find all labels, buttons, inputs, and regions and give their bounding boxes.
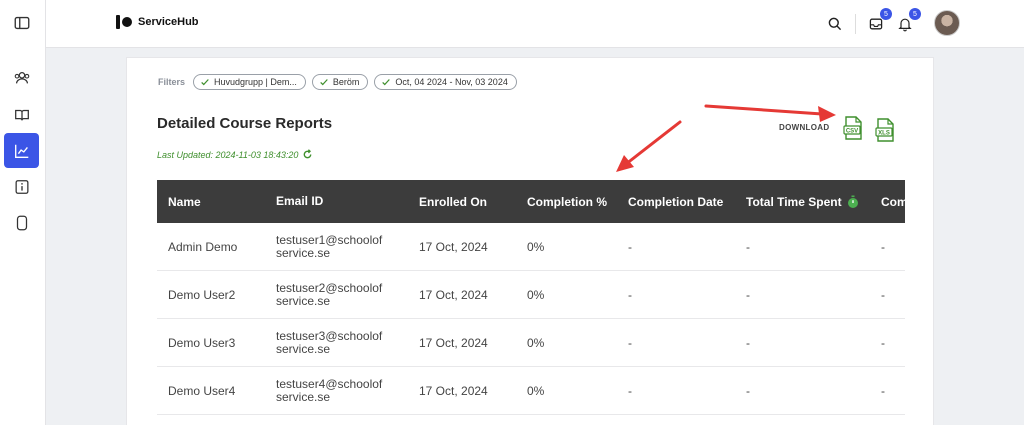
filters-label: Filters [158,77,186,87]
email-text: testuser2@schoolofservice.se [276,280,383,308]
cell-name: Admin Demo [168,239,238,254]
report-panel: Filters Huvudgrupp | Dem... Beröm Oct, 0… [126,57,934,425]
cell-completion-percent: 0% [527,383,545,398]
column-header-truncated[interactable]: Com [870,195,905,209]
cell-enrolled-on: 17 Oct, 2024 [419,287,488,302]
topbar-divider [855,14,856,34]
filter-chip-category[interactable]: Beröm [311,74,369,90]
refresh-icon[interactable] [302,149,313,160]
chart-line-icon [14,144,28,158]
email-text: testuser1@schoolofservice.se [276,232,383,260]
last-updated: Last Updated: 2024-11-03 18:43:20 [157,149,313,160]
notifications-badge: 5 [909,8,921,20]
csv-label: CSV [846,129,858,135]
filter-chip-label: Huvudgrupp | Dem... [214,77,297,87]
brand[interactable]: ServiceHub [116,14,199,30]
user-avatar[interactable] [934,10,960,36]
filter-chip-date-range[interactable]: Oct, 04 2024 - Nov, 03 2024 [374,74,517,90]
sidebar-item-reports[interactable] [4,133,39,168]
stopwatch-icon [847,195,858,208]
cell-completion-percent: 0% [527,335,545,350]
sidebar-item-info[interactable] [4,169,39,204]
email-text: testuser4@schoolofservice.se [276,376,383,404]
sidebar-toggle-icon [14,16,29,29]
table-row[interactable]: Demo User3 testuser3@schoolofservice.se … [157,319,905,367]
sidebar-toggle-button[interactable] [4,5,39,40]
cell-enrolled-on: 17 Oct, 2024 [419,335,488,350]
table-row[interactable]: Demo User2 testuser2@schoolofservice.se … [157,271,905,319]
email-text: testuser3@schoolofservice.se [276,328,383,356]
cell-email: testuser2@schoolofservice.se [265,280,408,308]
cell-truncated: - [881,287,885,302]
xls-label: XLS [878,131,890,137]
cell-email: testuser1@schoolofservice.se [265,232,408,260]
column-header-label: Total Time Spent [746,194,842,209]
table-row[interactable]: Demo User4 testuser4@schoolofservice.se … [157,367,905,415]
cell-email: testuser4@schoolofservice.se [265,376,408,404]
column-header-email[interactable]: Email ID [265,195,408,208]
filter-chip-label: Oct, 04 2024 - Nov, 03 2024 [395,77,508,87]
book-icon [14,109,29,120]
check-icon [382,79,391,86]
column-header-total-time-spent[interactable]: Total Time Spent [735,195,870,209]
last-updated-text: Last Updated: 2024-11-03 18:43:20 [157,149,299,160]
cell-completion-date: - [628,239,632,254]
check-icon [320,79,328,86]
cell-total-time: - [746,335,750,350]
cell-truncated: - [881,239,885,254]
tablet-icon [16,215,27,230]
filters-bar: Filters Huvudgrupp | Dem... Beröm Oct, 0… [158,74,517,90]
check-icon [201,79,209,86]
cell-email: testuser3@schoolofservice.se [265,328,408,356]
cell-completion-date: - [628,335,632,350]
cell-name: Demo User4 [168,383,236,398]
column-header-completion-date[interactable]: Completion Date [617,195,735,209]
cell-completion-percent: 0% [527,287,545,302]
cell-name: Demo User3 [168,335,236,350]
cell-enrolled-on: 17 Oct, 2024 [419,239,488,254]
cell-completion-date: - [628,383,632,398]
sidebar-item-device[interactable] [4,205,39,240]
cell-enrolled-on: 17 Oct, 2024 [419,383,488,398]
sidebar-item-courses[interactable] [4,97,39,132]
cell-completion-date: - [628,287,632,302]
notifications-button[interactable]: 5 [895,8,921,34]
csv-download-icon[interactable]: CSV [843,116,863,140]
column-header-completion-percent[interactable]: Completion % [516,195,617,209]
brand-logo-icon [116,14,132,30]
info-icon [15,179,28,194]
filter-chip-group[interactable]: Huvudgrupp | Dem... [193,74,306,90]
cell-truncated: - [881,335,885,350]
top-bar: ServiceHub 5 5 [46,0,1024,48]
table-header: Name Email ID Enrolled On Completion % C… [157,180,905,223]
cell-completion-percent: 0% [527,239,545,254]
download-label: DOWNLOAD [779,123,830,132]
filter-chip-label: Beröm [332,77,360,87]
table-row[interactable]: Admin Demo testuser1@schoolofservice.se … [157,223,905,271]
inbox-badge: 5 [880,8,892,20]
users-icon [14,71,29,83]
column-header-enrolled-on[interactable]: Enrolled On [408,195,516,209]
sidebar-item-users[interactable] [4,60,39,95]
course-report-table: Name Email ID Enrolled On Completion % C… [157,180,905,415]
page-title: Detailed Course Reports [157,115,333,132]
cell-total-time: - [746,239,750,254]
sidebar [0,0,46,425]
cell-truncated: - [881,383,885,398]
xls-download-icon[interactable]: XLS [875,118,895,142]
search-button[interactable] [825,14,845,34]
brand-name: ServiceHub [138,16,199,28]
cell-total-time: - [746,287,750,302]
cell-total-time: - [746,383,750,398]
column-header-name[interactable]: Name [157,195,265,209]
search-icon [828,17,842,31]
inbox-button[interactable]: 5 [866,8,892,34]
cell-name: Demo User2 [168,287,236,302]
